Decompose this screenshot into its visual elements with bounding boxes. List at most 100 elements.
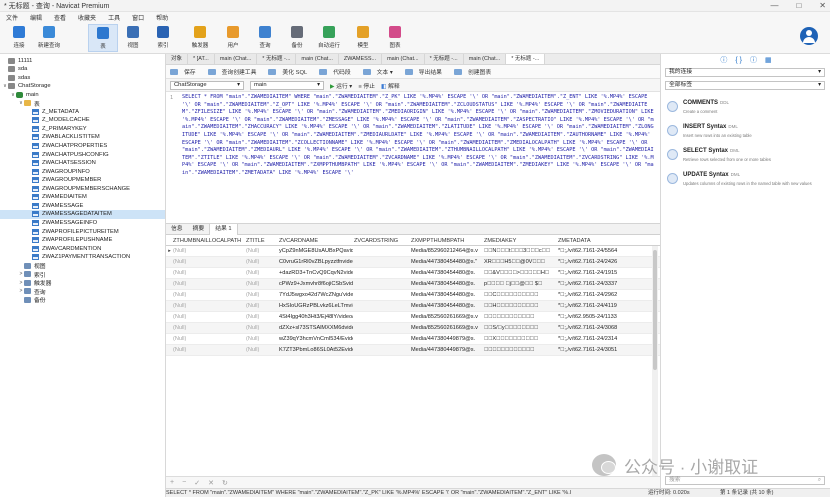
column-header[interactable]: ZVCARDNAME <box>279 236 353 246</box>
table-cell[interactable]: * ;,/v/t62.7161-24/2962 <box>558 290 658 301</box>
table-row[interactable]: (Null)(Null)7YdJ5wgxo42d7WcZNgu'video/mp… <box>166 290 660 301</box>
table-cell[interactable]: Media/447380454480@s. <box>411 279 483 290</box>
table-row[interactable]: ▸(Null)(Null)yCpZ9nMGE8UsAUBxPQavideo/mp… <box>166 246 660 257</box>
table-cell[interactable]: Media/852960212464@s.v <box>411 246 483 257</box>
table-cell[interactable]: 7YdJ5wgxo42d7WcZNgu'video/mp4 <box>279 290 353 301</box>
toolbar-auto-run-button[interactable]: 自动运行 <box>314 24 344 52</box>
table-cell[interactable]: (Null) <box>246 312 278 323</box>
editor-tab[interactable]: main (Chat... <box>382 54 425 64</box>
column-header[interactable]: ZMETADATA <box>558 236 658 246</box>
code-snippet-button[interactable]: 代码段 <box>315 67 358 76</box>
scrollbar-thumb[interactable] <box>653 250 657 370</box>
table-cell[interactable]: * ;,/v/t62.7161-24/3051 <box>558 345 658 356</box>
close-button[interactable]: ✕ <box>819 0 826 12</box>
menu-edit[interactable]: 编辑 <box>24 13 48 22</box>
query-builder-button[interactable]: 查询创建工具 <box>204 67 265 76</box>
table-cell[interactable]: Media/852560261669@s.v <box>411 323 483 334</box>
table-cell[interactable]: (Null) <box>246 246 278 257</box>
table-cell[interactable]: (Null) <box>173 268 243 279</box>
save-button[interactable]: 保存 <box>166 67 204 76</box>
table-cell[interactable]: * ;,/v/t62.7161-24/3068 <box>558 323 658 334</box>
table-cell[interactable]: (Null) <box>246 257 278 268</box>
connection-filter-select[interactable]: 我的连接 ▾ <box>665 68 825 77</box>
table-cell[interactable]: wZ39qY3hcmVnCmI534/Evideo/mp4 <box>279 334 353 345</box>
toolbar-trigger-button[interactable]: 触发器 <box>185 24 215 52</box>
minimize-button[interactable]: — <box>770 0 778 12</box>
column-header[interactable]: ZXMPPTHUMBPATH <box>411 236 483 246</box>
table-cell[interactable] <box>354 257 410 268</box>
toolbar-user-button[interactable]: 用户 <box>218 24 248 52</box>
column-header[interactable]: ZVCARDSTRING <box>354 236 410 246</box>
toolbar-connection-button[interactable]: 连接 <box>4 24 34 52</box>
table-row[interactable]: (Null)(Null)wZ39qY3hcmVnCmI534/Evideo/mp… <box>166 334 660 345</box>
table-cell[interactable]: (Null) <box>173 334 243 345</box>
menu-view[interactable]: 查看 <box>48 13 72 22</box>
table-cell[interactable]: K7ZT3PbmLo86SL0At52Evideo/mp4 <box>279 345 353 356</box>
menu-file[interactable]: 文件 <box>0 13 24 22</box>
table-cell[interactable] <box>354 246 410 257</box>
tab-summary[interactable]: 摘要 <box>188 224 210 235</box>
table-cell[interactable] <box>354 334 410 345</box>
table-cell[interactable] <box>354 345 410 356</box>
toolbar-new-query-button[interactable]: 新建查询 <box>34 24 64 52</box>
editor-tab[interactable]: 对象 <box>166 54 189 64</box>
table-cell[interactable]: (Null) <box>246 334 278 345</box>
toolbar-backup-button[interactable]: 备份 <box>282 24 312 52</box>
editor-tab[interactable]: * 无标题 -... <box>506 54 546 64</box>
table-cell[interactable]: dZXz+sl73STSAlMXXM6dvideo/mp4 <box>279 323 353 334</box>
table-row[interactable]: (Null)(Null)cPWz9+Jxmvhr8f6ojiCSbSvideo/… <box>166 279 660 290</box>
discard-button[interactable]: ✕ <box>208 479 214 487</box>
table-cell[interactable]:              <box>484 345 556 356</box>
table-cell[interactable]: * ;,/v/t62.7161-24/2426 <box>558 257 658 268</box>
grid-vertical-scrollbar[interactable] <box>652 246 658 476</box>
table-cell[interactable]: +dazRD3+TnCvQ9CqvN2video/mp4 <box>279 268 353 279</box>
editor-tab[interactable]: main (Chat... <box>296 54 339 64</box>
table-cell[interactable]: (Null) <box>246 268 278 279</box>
table-cell[interactable]: Media/447380454480@s. <box>411 301 483 312</box>
table-cell[interactable]: yCpZ9nMGE8UsAUBxPQavideo/mp4 <box>279 246 353 257</box>
table-cell[interactable]: cPWz9+Jxmvhr8f6ojiCSbSvideo/mp4 <box>279 279 353 290</box>
table-row[interactable]: (Null)(Null)4St4Igg40h3Ht3/Ej48lY/video/… <box>166 312 660 323</box>
table-cell[interactable]: (Null) <box>173 246 243 257</box>
table-cell[interactable]: C0vruG1rRl0vZBLpyzztfnvideo/mp4 <box>279 257 353 268</box>
editor-tab[interactable]: main (Chat... <box>463 54 507 64</box>
table-row[interactable]: (Null)(Null)HxSIoUGRzPBLvkz6LeLTmvideo/m… <box>166 301 660 312</box>
editor-tab[interactable]: main (Chat... <box>214 54 258 64</box>
object-info-icon[interactable]: ⓘ <box>750 55 757 65</box>
column-header[interactable]: ZMEDIAKEY <box>484 236 556 246</box>
table-cell[interactable]: XR   H5  @0V    <box>484 257 556 268</box>
table-cell[interactable]: * ;,/v/t62.7161-24/2314 <box>558 334 658 345</box>
table-cell[interactable] <box>354 312 410 323</box>
table-cell[interactable]: (Null) <box>173 345 243 356</box>
table-cell[interactable]: Media/447380449879@s. <box>411 334 483 345</box>
add-row-button[interactable]: + <box>170 479 174 486</box>
table-cell[interactable]: * ;,/v/t62.7161-24/3337 <box>558 279 658 290</box>
menu-help[interactable]: 帮助 <box>150 13 174 22</box>
toolbar-table-button[interactable]: 表 <box>88 24 118 52</box>
table-cell[interactable]:   C           <box>484 290 556 301</box>
table-cell[interactable]: * ;,/v/t62.7161-24/1915 <box>558 268 658 279</box>
table-cell[interactable]: Media/852560261669@s.v <box>411 312 483 323</box>
info-icon[interactable]: ⓘ <box>720 55 727 65</box>
toolbar-query-button[interactable]: 查询 <box>250 24 280 52</box>
table-cell[interactable]: Media/447380449879@s. <box>411 345 483 356</box>
sql-text[interactable]: SELECT * FROM "main"."ZWAMEDIAITEM" WHER… <box>182 94 656 178</box>
menu-tools[interactable]: 工具 <box>102 13 126 22</box>
tag-filter-select[interactable]: 全部标签 ▾ <box>665 81 825 90</box>
table-cell[interactable]: 4St4Igg40h3Ht3/Ej48lY/video/mp4 <box>279 312 353 323</box>
code-braces-icon[interactable]: { } <box>735 57 742 64</box>
table-cell[interactable]: * ;,/v/t62.7161-24/4119 <box>558 301 658 312</box>
table-cell[interactable]:   &V    >     H  <box>484 268 556 279</box>
table-cell[interactable]: (Null) <box>173 312 243 323</box>
table-cell[interactable]: (Null) <box>246 279 278 290</box>
table-cell[interactable] <box>354 323 410 334</box>
tab-info[interactable]: 信息 <box>166 224 188 235</box>
table-cell[interactable]: (Null) <box>246 345 278 356</box>
create-chart-button[interactable]: 创建图表 <box>450 67 499 76</box>
maximize-button[interactable]: □ <box>796 0 801 12</box>
refresh-button[interactable]: ↻ <box>222 479 228 487</box>
toolbar-chart-button[interactable]: 图表 <box>380 24 410 52</box>
table-cell[interactable]: * ;,/v/t62.7161-24/5564 <box>558 246 658 257</box>
editor-tab[interactable]: * 无标题 -... <box>424 54 464 64</box>
toolbar-index-button[interactable]: 索引 <box>148 24 178 52</box>
